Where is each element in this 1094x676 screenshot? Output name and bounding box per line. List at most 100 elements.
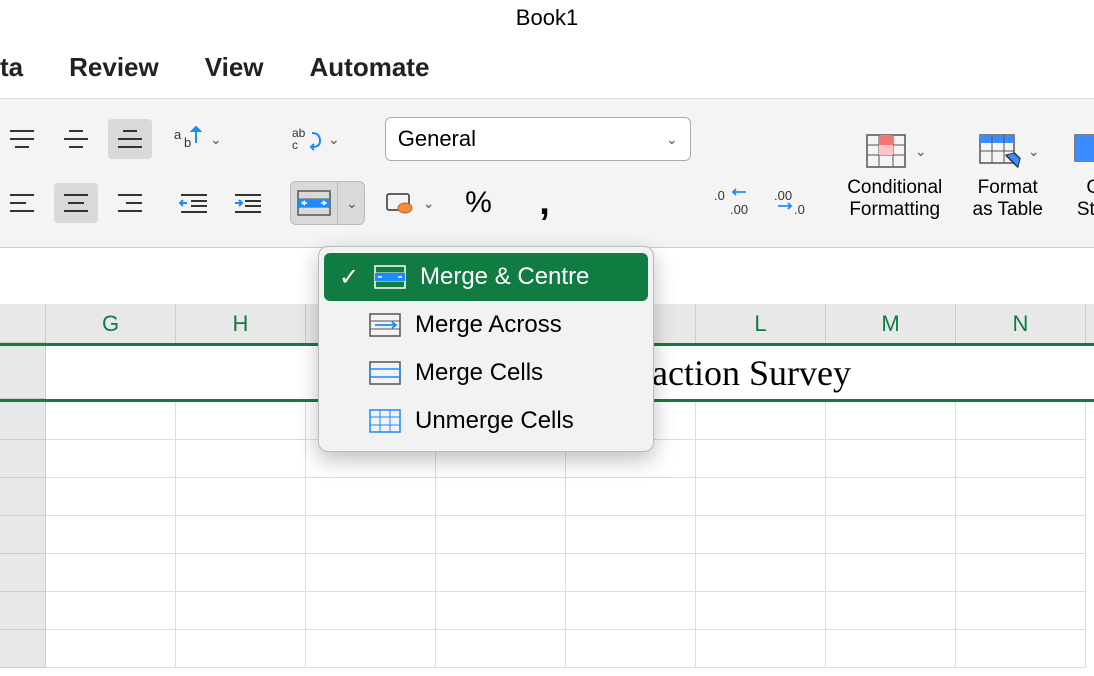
- cell[interactable]: [46, 440, 176, 478]
- cell[interactable]: [566, 516, 696, 554]
- cell[interactable]: [46, 402, 176, 440]
- cell[interactable]: [176, 516, 306, 554]
- cell[interactable]: [696, 402, 826, 440]
- decrease-indent-button[interactable]: [172, 183, 216, 223]
- accounting-format-button[interactable]: ⌄: [385, 190, 435, 216]
- orientation-button[interactable]: a b ⌄: [172, 125, 222, 153]
- align-center-button[interactable]: [54, 183, 98, 223]
- cell[interactable]: [46, 592, 176, 630]
- cell[interactable]: [566, 478, 696, 516]
- align-middle-button[interactable]: [54, 119, 98, 159]
- accounting-icon: [385, 190, 417, 216]
- select-all-corner[interactable]: [0, 304, 46, 343]
- cell[interactable]: [436, 516, 566, 554]
- cell-content[interactable]: faction Survey: [640, 352, 851, 394]
- cell[interactable]: [306, 554, 436, 592]
- align-right-button[interactable]: [108, 183, 152, 223]
- cell[interactable]: [956, 402, 1086, 440]
- number-format-dropdown[interactable]: General ⌄: [385, 117, 691, 161]
- percent-format-button[interactable]: %: [456, 183, 500, 223]
- menu-item-merge-centre[interactable]: ✓ Merge & Centre: [324, 253, 648, 301]
- cell[interactable]: [436, 478, 566, 516]
- tab-automate[interactable]: Automate: [310, 52, 430, 83]
- cell[interactable]: [956, 554, 1086, 592]
- tab-data[interactable]: ta: [0, 52, 23, 83]
- cell[interactable]: [826, 516, 956, 554]
- align-top-button[interactable]: [0, 119, 44, 159]
- cell[interactable]: [306, 516, 436, 554]
- decrease-decimal-button[interactable]: .00 .0: [771, 183, 815, 223]
- cell[interactable]: [46, 630, 176, 668]
- cell[interactable]: [306, 630, 436, 668]
- cell[interactable]: [826, 402, 956, 440]
- align-left-button[interactable]: [0, 183, 44, 223]
- column-header[interactable]: G: [46, 304, 176, 343]
- cell[interactable]: [176, 554, 306, 592]
- menu-item-merge-cells[interactable]: Merge Cells: [319, 349, 653, 397]
- cell[interactable]: [46, 554, 176, 592]
- cell-styles-icon: [1071, 131, 1094, 171]
- format-as-table-button[interactable]: ⌄ Format as Table: [959, 125, 1057, 221]
- orientation-icon: a b: [172, 125, 204, 153]
- cell[interactable]: [566, 592, 696, 630]
- row-header[interactable]: [0, 402, 46, 440]
- cell[interactable]: [826, 592, 956, 630]
- column-header[interactable]: M: [826, 304, 956, 343]
- cell[interactable]: [826, 478, 956, 516]
- merge-cells-split-button[interactable]: ⌄: [290, 181, 365, 225]
- cell[interactable]: [696, 478, 826, 516]
- conditional-formatting-button[interactable]: ⌄ Conditional Formatting: [835, 125, 955, 221]
- increase-indent-button[interactable]: [226, 183, 270, 223]
- column-header[interactable]: N: [956, 304, 1086, 343]
- cell[interactable]: [306, 592, 436, 630]
- cell[interactable]: [956, 440, 1086, 478]
- cell[interactable]: [956, 592, 1086, 630]
- tab-view[interactable]: View: [205, 52, 264, 83]
- menu-item-merge-across[interactable]: Merge Across: [319, 301, 653, 349]
- cell[interactable]: [696, 440, 826, 478]
- cell[interactable]: [176, 478, 306, 516]
- row-header[interactable]: [0, 592, 46, 630]
- cell[interactable]: [306, 478, 436, 516]
- cell[interactable]: [46, 478, 176, 516]
- cell[interactable]: [956, 630, 1086, 668]
- cell[interactable]: [176, 402, 306, 440]
- cell[interactable]: [696, 630, 826, 668]
- row-header[interactable]: [0, 516, 46, 554]
- row-header[interactable]: [0, 630, 46, 668]
- row-header[interactable]: [0, 478, 46, 516]
- align-center-icon: [62, 191, 90, 215]
- comma-format-button[interactable]: ,: [522, 183, 566, 223]
- menu-item-unmerge-cells[interactable]: Unmerge Cells: [319, 397, 653, 445]
- row-header[interactable]: [0, 554, 46, 592]
- cell[interactable]: [956, 516, 1086, 554]
- cell[interactable]: [176, 592, 306, 630]
- cell[interactable]: [436, 554, 566, 592]
- cell[interactable]: [826, 440, 956, 478]
- cell-styles-button[interactable]: ⌄ Cell Styles: [1061, 125, 1094, 221]
- wrap-text-button[interactable]: ab c ⌄: [290, 125, 340, 153]
- align-bottom-button[interactable]: [108, 119, 152, 159]
- column-header[interactable]: L: [696, 304, 826, 343]
- merge-across-icon: [369, 312, 401, 338]
- increase-decimal-button[interactable]: .0 .00: [711, 183, 755, 223]
- cell[interactable]: [956, 478, 1086, 516]
- cell[interactable]: [436, 592, 566, 630]
- column-header[interactable]: H: [176, 304, 306, 343]
- cell[interactable]: [566, 630, 696, 668]
- row-header[interactable]: [0, 440, 46, 478]
- menu-item-label: Merge Across: [415, 311, 562, 339]
- cell[interactable]: [696, 592, 826, 630]
- cell[interactable]: [176, 440, 306, 478]
- cell[interactable]: [696, 516, 826, 554]
- row-header[interactable]: [0, 346, 46, 399]
- cell[interactable]: [826, 554, 956, 592]
- cell[interactable]: [566, 554, 696, 592]
- cell[interactable]: [436, 630, 566, 668]
- menu-item-label: Unmerge Cells: [415, 407, 574, 435]
- cell[interactable]: [46, 516, 176, 554]
- tab-review[interactable]: Review: [69, 52, 159, 83]
- cell[interactable]: [176, 630, 306, 668]
- cell[interactable]: [696, 554, 826, 592]
- cell[interactable]: [826, 630, 956, 668]
